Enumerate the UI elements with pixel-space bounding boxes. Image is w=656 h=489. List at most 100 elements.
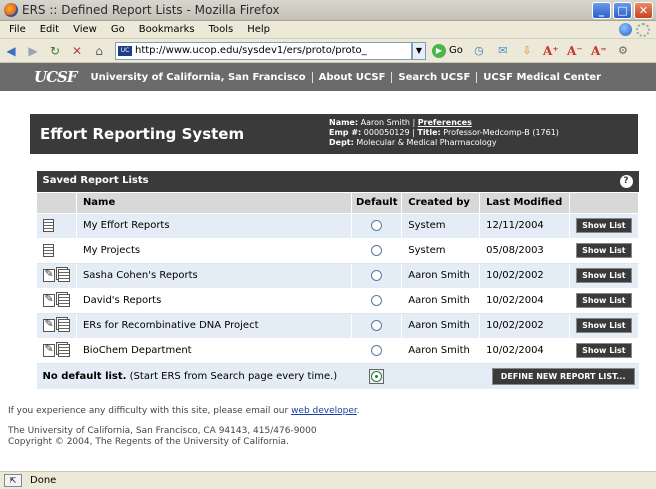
no-default-radio-selected <box>371 370 383 382</box>
copy-icon[interactable] <box>57 294 70 307</box>
default-radio[interactable] <box>371 344 383 356</box>
created-by: Aaron Smith <box>401 288 481 314</box>
created-by: System <box>401 213 481 239</box>
window-titlebar: ERS :: Defined Report Lists - Mozilla Fi… <box>0 0 656 21</box>
web-developer-link[interactable]: web developer <box>291 406 357 416</box>
text-smaller-icon[interactable]: A⁻ <box>567 43 583 59</box>
action-cell: Show List <box>569 338 639 364</box>
column-header-name: Name <box>75 191 353 214</box>
report-name: My Projects <box>76 238 353 264</box>
status-bar: ⇱ Done <box>0 471 656 489</box>
column-header-action <box>569 191 639 214</box>
document-icon <box>42 219 54 232</box>
action-cell: Show List <box>569 288 639 314</box>
ucsf-header-bar: UCSF University of California, San Franc… <box>0 63 656 91</box>
text-normal-icon[interactable]: A⁼ <box>591 43 607 59</box>
default-radio-cell <box>351 263 403 289</box>
menu-edit[interactable]: Edit <box>33 24 66 35</box>
reload-icon[interactable]: ↻ <box>47 43 63 59</box>
forward-icon[interactable]: ▶ <box>25 43 41 59</box>
menu-help[interactable]: Help <box>240 24 277 35</box>
maximize-button[interactable]: □ <box>613 2 632 19</box>
menu-go[interactable]: Go <box>104 24 132 35</box>
row-icons <box>36 338 77 364</box>
ucsf-logo[interactable]: UCSF <box>34 68 78 86</box>
url-bar[interactable]: UC http://www.ucop.edu/sysdev1/ers/proto… <box>115 41 412 60</box>
ers-header: Effort Reporting System Name: Aaron Smit… <box>30 114 638 154</box>
footer-period: . <box>356 406 360 416</box>
menu-tools[interactable]: Tools <box>202 24 241 35</box>
document-icon <box>42 244 54 257</box>
menu-view[interactable]: View <box>66 24 104 35</box>
url-dropdown-button[interactable]: ▼ <box>412 41 426 60</box>
report-name: ERs for Recombinative DNA Project <box>76 313 353 339</box>
page-footer: If you experience any difficulty with th… <box>8 406 360 448</box>
row-icons <box>36 238 77 264</box>
default-radio[interactable] <box>371 219 383 231</box>
footer-help-text: If you experience any difficulty with th… <box>8 406 289 416</box>
show-list-button[interactable]: Show List <box>576 268 632 283</box>
go-label: Go <box>449 45 463 56</box>
preferences-link[interactable]: Preferences <box>418 118 472 127</box>
show-list-button[interactable]: Show List <box>576 218 632 233</box>
close-button[interactable]: ✕ <box>634 2 653 19</box>
menu-file[interactable]: File <box>2 24 33 35</box>
default-radio[interactable] <box>371 294 383 306</box>
default-radio[interactable] <box>371 269 383 281</box>
last-modified: 10/02/2002 <box>479 263 571 289</box>
column-header-icon <box>36 191 77 214</box>
settings-icon[interactable]: ⚙ <box>615 43 631 59</box>
text-larger-icon[interactable]: A⁺ <box>543 43 559 59</box>
stop-icon[interactable]: ✕ <box>69 43 85 59</box>
default-radio[interactable] <box>371 244 383 256</box>
footer-address: The University of California, San Franci… <box>8 426 317 436</box>
row-icons <box>36 313 77 339</box>
report-name: BioChem Department <box>76 338 353 364</box>
column-header-last-modified: Last Modified <box>479 191 571 214</box>
copy-icon[interactable] <box>57 319 70 332</box>
column-header-default: Default <box>351 191 403 214</box>
ucsf-link-medical-center[interactable]: UCSF Medical Center <box>477 72 607 83</box>
firefox-logo-icon <box>4 3 18 17</box>
footer-copyright: Copyright © 2004, The Regents of the Uni… <box>8 437 289 447</box>
menu-bookmarks[interactable]: Bookmarks <box>132 24 202 35</box>
action-cell: Show List <box>569 263 639 289</box>
no-default-text: No default list. (Start ERS from Search … <box>36 363 352 389</box>
download-icon[interactable]: ⇩ <box>519 43 535 59</box>
help-icon[interactable]: ? <box>619 174 633 188</box>
no-default-radio[interactable] <box>369 368 385 384</box>
edit-icon[interactable] <box>42 342 55 357</box>
define-new-report-list-button[interactable]: DEFINE NEW REPORT LIST... <box>491 367 635 385</box>
no-default-radio-cell <box>351 363 402 389</box>
globe-icon <box>619 23 632 36</box>
last-modified: 10/02/2004 <box>479 338 571 364</box>
report-name: Sasha Cohen's Reports <box>76 263 353 289</box>
table-row: ERs for Recombinative DNA Project Aaron … <box>36 313 639 339</box>
show-list-button[interactable]: Show List <box>576 243 632 258</box>
no-default-row: No default list. (Start ERS from Search … <box>36 363 639 389</box>
show-list-button[interactable]: Show List <box>576 318 632 333</box>
default-radio[interactable] <box>371 319 383 331</box>
default-radio-cell <box>351 238 403 264</box>
edit-icon[interactable] <box>42 317 55 332</box>
home-icon[interactable]: ⌂ <box>91 43 107 59</box>
history-icon[interactable]: ◷ <box>471 43 487 59</box>
mail-icon[interactable]: ✉ <box>495 43 511 59</box>
copy-icon[interactable] <box>57 269 70 282</box>
ucsf-link-about[interactable]: About UCSF <box>313 71 393 83</box>
table-row: My Projects System 05/08/2003 Show List <box>36 238 639 264</box>
show-list-button[interactable]: Show List <box>576 293 632 308</box>
row-icons <box>36 288 77 314</box>
back-icon[interactable]: ◀ <box>3 43 19 59</box>
ucsf-link-university[interactable]: University of California, San Francisco <box>85 71 313 83</box>
ucsf-link-search[interactable]: Search UCSF <box>392 71 478 83</box>
minimize-button[interactable]: _ <box>592 2 611 19</box>
created-by: Aaron Smith <box>401 338 481 364</box>
go-button[interactable]: ▶ Go <box>432 43 463 58</box>
created-by: Aaron Smith <box>401 313 481 339</box>
table-row: BioChem Department Aaron Smith 10/02/200… <box>36 338 639 364</box>
show-list-button[interactable]: Show List <box>576 343 632 358</box>
edit-icon[interactable] <box>42 292 55 307</box>
edit-icon[interactable] <box>42 267 55 282</box>
copy-icon[interactable] <box>57 344 70 357</box>
